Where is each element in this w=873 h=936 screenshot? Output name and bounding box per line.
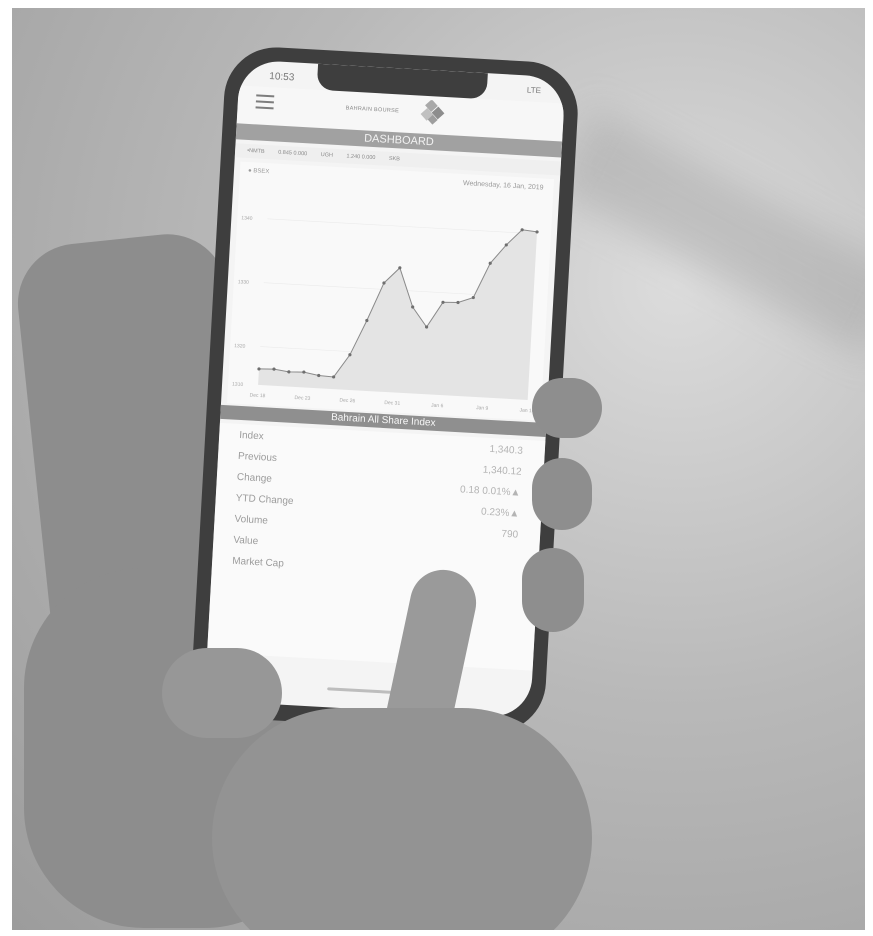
stat-label: YTD Change — [235, 492, 294, 508]
ticker-symbol: •NMTB — [246, 147, 265, 155]
stat-label: Value — [233, 534, 259, 548]
chart-plot: 1340 1330 1320 1310 Dec 18 Dec 23 Dec 26 Dec 31… — [232, 215, 539, 414]
ticker-values: 0.845 0.000 — [277, 149, 308, 158]
status-indicators: LTE — [526, 85, 542, 96]
x-tick-label: Dec 18 — [249, 392, 265, 399]
menu-icon[interactable] — [255, 94, 275, 110]
y-tick-label: 1330 — [238, 279, 250, 286]
ticker-symbol: UGH — [320, 152, 334, 159]
index-stats: Index 1,340.3 Previous 1,340.12 Change 0… — [207, 422, 546, 671]
x-tick-label: Dec 26 — [339, 397, 355, 404]
background-streak — [551, 108, 865, 358]
gripping-finger — [532, 378, 602, 438]
y-tick-label: 1320 — [234, 343, 246, 350]
index-chart[interactable]: ● BSEX Wednesday, 16 Jan, 2019 1340 1330 1… — [227, 161, 555, 421]
stat-label: Market Cap — [231, 555, 285, 570]
bahrain-bourse-logo: BAHRAIN BOURSE — [345, 93, 457, 129]
pointing-hand — [212, 708, 592, 930]
stat-label: Volume — [234, 513, 269, 527]
logo-text: BAHRAIN BOURSE — [345, 105, 400, 115]
ticker-values: 1.240 0.000 — [346, 153, 376, 162]
status-time: 10:53 — [269, 71, 295, 84]
stat-label: Previous — [237, 450, 278, 465]
stat-label: Change — [236, 471, 273, 485]
y-tick-label: 1340 — [241, 215, 253, 222]
stat-value: 1,340.3 — [489, 443, 524, 457]
stat-value: 790 — [501, 528, 519, 541]
gridline — [267, 218, 537, 235]
x-tick-label: Jan 9 — [476, 405, 489, 412]
stat-label: Index — [238, 429, 264, 443]
photo-background: 10:53 LTE BAHRAIN BOURSE DASHBOARD •NMTB — [12, 8, 865, 930]
stat-value: 0.23%▲ — [480, 506, 520, 520]
x-tick-label: Dec 31 — [384, 400, 400, 407]
y-tick-label: 1310 — [232, 381, 244, 388]
x-tick-label: Dec 23 — [294, 395, 310, 402]
logo-mark-icon — [420, 99, 445, 125]
stat-value: 0.18 0.01%▲ — [459, 484, 521, 499]
thumb — [162, 648, 282, 738]
x-tick-label: Jan 6 — [431, 403, 444, 410]
phone-screen: 10:53 LTE BAHRAIN BOURSE DASHBOARD •NMTB — [204, 59, 566, 719]
stat-value: 1,340.12 — [482, 464, 522, 478]
gripping-finger — [522, 548, 584, 632]
gripping-finger — [532, 458, 592, 530]
ticker-symbol: SKB — [388, 155, 401, 163]
phone: 10:53 LTE BAHRAIN BOURSE DASHBOARD •NMTB — [189, 44, 581, 736]
